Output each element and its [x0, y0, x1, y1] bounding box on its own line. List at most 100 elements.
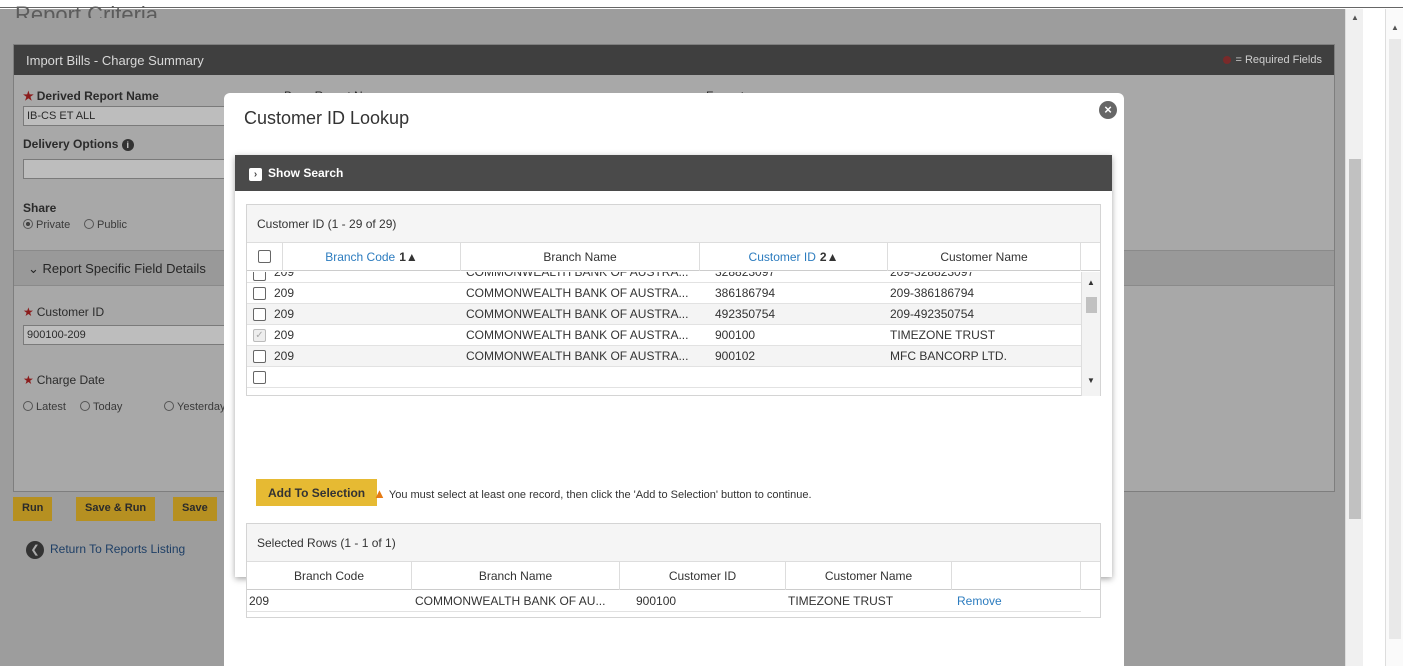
- cell-branch-code: 209: [274, 307, 295, 321]
- page-scrollbar-inner[interactable]: ▲: [1345, 9, 1363, 666]
- col-branch-name[interactable]: Branch Name: [461, 243, 700, 271]
- panel-title: Import Bills - Charge Summary: [26, 53, 204, 68]
- cell-branch-name: COMMONWEALTH BANK OF AUSTRA...: [466, 328, 689, 342]
- select-all-checkbox[interactable]: [258, 250, 271, 263]
- selected-header: Branch Code Branch Name Customer ID Cust…: [247, 562, 1100, 590]
- cell-customer-id: 492350754: [715, 307, 776, 321]
- sel-cell-branch-code: 209: [249, 594, 270, 608]
- scroll-thumb[interactable]: [1349, 159, 1361, 519]
- table-row[interactable]: ✓ 209 COMMONWEALTH BANK OF AUSTRA... 900…: [247, 325, 1083, 346]
- customer-id-label: ★ Customer ID: [23, 305, 105, 319]
- cell-branch-code: 209: [274, 349, 295, 363]
- cell-customer-name: 209-328823097: [890, 272, 975, 279]
- charge-today-radio[interactable]: Today: [80, 401, 122, 413]
- save-run-button[interactable]: Save & Run: [76, 497, 156, 521]
- chevron-right-icon: ›: [249, 168, 262, 181]
- page-scrollbar-outer[interactable]: ▲: [1385, 9, 1403, 666]
- select-all-cell: [247, 243, 283, 271]
- required-fields-note: = Required Fields: [1223, 54, 1322, 66]
- run-button[interactable]: Run: [13, 497, 53, 521]
- cell-customer-name: TIMEZONE TRUST: [890, 328, 996, 342]
- cell-customer-id: 900100: [715, 328, 756, 342]
- cell-branch-name: COMMONWEALTH BANK OF AUSTRA...: [466, 272, 689, 279]
- cell-customer-id: 386186794: [715, 286, 776, 300]
- modal-title: Customer ID Lookup: [244, 108, 410, 128]
- scroll-up-icon[interactable]: ▲: [1391, 23, 1399, 32]
- cell-branch-code: 209: [274, 328, 295, 342]
- share-private-radio[interactable]: Private: [23, 219, 70, 231]
- derived-report-name-label: ★ Derived Report Name: [23, 89, 159, 103]
- sel-cell-customer-id: 900100: [636, 594, 677, 608]
- cell-branch-code: 209: [274, 286, 295, 300]
- return-to-reports-link[interactable]: ❮ Return To Reports Listing: [26, 541, 185, 559]
- row-checkbox[interactable]: [253, 371, 266, 384]
- scroll-thumb[interactable]: [1389, 39, 1401, 639]
- selected-caption: Selected Rows (1 - 1 of 1): [247, 524, 1100, 562]
- cell-branch-name: COMMONWEALTH BANK OF AUSTRA...: [466, 307, 689, 321]
- sel-col-branch-code: Branch Code: [247, 562, 412, 590]
- scroll-up-icon[interactable]: ▲: [1087, 278, 1095, 287]
- table-row[interactable]: 209 COMMONWEALTH BANK OF AUSTRA... 38618…: [247, 283, 1083, 304]
- cell-customer-name: 209-386186794: [890, 286, 975, 300]
- col-customer-name[interactable]: Customer Name: [888, 243, 1081, 271]
- cell-branch-code: 209: [274, 272, 295, 279]
- col-branch-code[interactable]: Branch Code 1▲: [283, 243, 461, 271]
- cell-customer-name: 209-492350754: [890, 307, 975, 321]
- selected-row: 209 COMMONWEALTH BANK OF AU... 900100 TI…: [247, 591, 1081, 612]
- customer-id-lookup-modal: Customer ID Lookup × › Show Search Custom…: [224, 93, 1124, 666]
- cell-branch-name: COMMONWEALTH BANK OF AUSTRA...: [466, 349, 689, 363]
- results-caption: Customer ID (1 - 29 of 29): [247, 205, 1100, 243]
- customer-id-input[interactable]: 900100-209: [23, 325, 228, 345]
- add-to-selection-button[interactable]: Add To Selection: [256, 479, 378, 506]
- table-row[interactable]: 209 COMMONWEALTH BANK OF AUSTRA... 90010…: [247, 346, 1083, 367]
- lookup-card: › Show Search Customer ID (1 - 29 of 29) …: [235, 155, 1112, 618]
- chevron-down-icon: ⌄: [28, 261, 39, 276]
- scroll-up-icon[interactable]: ▲: [1351, 13, 1359, 22]
- share-label: Share: [23, 201, 57, 215]
- charge-date-label: ★ Charge Date: [23, 373, 105, 387]
- col-customer-id[interactable]: Customer ID 2▲: [700, 243, 888, 271]
- row-checkbox[interactable]: [253, 350, 266, 363]
- back-arrow-icon: ❮: [26, 541, 44, 559]
- sel-col-action: [952, 562, 1081, 590]
- results-body: 209 COMMONWEALTH BANK OF AUSTRA... 32882…: [247, 272, 1100, 396]
- cell-customer-id: 328823097: [715, 272, 776, 279]
- info-icon: i: [121, 139, 134, 151]
- cell-branch-name: COMMONWEALTH BANK OF AUSTRA...: [466, 286, 689, 300]
- row-checkbox[interactable]: [253, 287, 266, 300]
- window-top-border: [0, 0, 1403, 8]
- row-checkbox[interactable]: [253, 308, 266, 321]
- results-grid: Customer ID (1 - 29 of 29) Branch Code 1▲…: [246, 204, 1101, 396]
- cell-customer-name: MFC BANCORP LTD.: [890, 349, 1007, 363]
- results-header: Branch Code 1▲ Branch Name Customer ID 2▲ …: [247, 243, 1100, 271]
- selection-warning: ▲ You must select at least one record, th…: [373, 486, 812, 501]
- results-scrollbar[interactable]: ▲ ▼: [1081, 272, 1100, 396]
- row-checkbox[interactable]: [253, 272, 266, 281]
- sel-cell-branch-name: COMMONWEALTH BANK OF AU...: [415, 594, 606, 608]
- sel-cell-customer-name: TIMEZONE TRUST: [788, 594, 894, 608]
- delivery-options-label: Delivery Options i: [23, 137, 134, 151]
- share-public-radio[interactable]: Public: [84, 219, 127, 231]
- charge-latest-radio[interactable]: Latest: [23, 401, 66, 413]
- panel-header: Import Bills - Charge Summary = Required…: [14, 45, 1334, 75]
- page-title: Report Criteria: [15, 4, 159, 18]
- table-row[interactable]: 209 COMMONWEALTH BANK OF AUSTRA... 49235…: [247, 304, 1083, 325]
- sel-col-customer-id: Customer ID: [620, 562, 786, 590]
- remove-link[interactable]: Remove: [957, 591, 1002, 612]
- close-icon[interactable]: ×: [1099, 101, 1117, 119]
- scroll-down-icon[interactable]: ▼: [1087, 376, 1095, 385]
- sel-col-branch-name: Branch Name: [412, 562, 620, 590]
- show-search-toggle[interactable]: › Show Search: [235, 155, 1112, 191]
- cell-customer-id: 900102: [715, 349, 756, 363]
- derived-report-name-input[interactable]: IB-CS ET ALL: [23, 106, 228, 126]
- row-checkbox-checked[interactable]: ✓: [253, 329, 266, 342]
- table-row[interactable]: 209 COMMONWEALTH BANK OF AUSTRA... 32882…: [247, 272, 1083, 283]
- scroll-thumb[interactable]: [1086, 297, 1097, 313]
- table-row-partial[interactable]: [247, 367, 1083, 388]
- delivery-options-input[interactable]: [23, 159, 228, 179]
- selected-rows-grid: Selected Rows (1 - 1 of 1) Branch Code B…: [246, 523, 1101, 618]
- charge-yesterday-radio[interactable]: Yesterday: [164, 401, 224, 413]
- warning-icon: ▲: [373, 486, 386, 501]
- sel-col-customer-name: Customer Name: [786, 562, 952, 590]
- save-button[interactable]: Save: [173, 497, 217, 521]
